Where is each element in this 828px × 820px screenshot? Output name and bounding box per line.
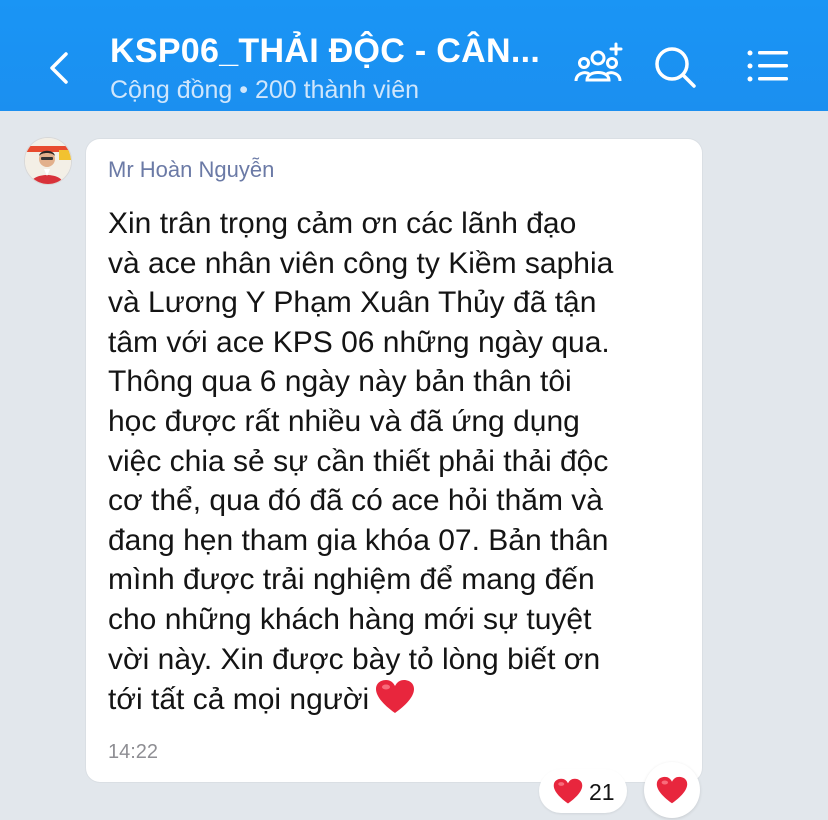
message-line: cơ thể, qua đó đã có ace hỏi thăm và xyxy=(108,484,603,518)
message-line: và Lương Y Phạm Xuân Thủy đã tận xyxy=(108,286,597,320)
heart-icon xyxy=(656,776,688,810)
chevron-left-icon xyxy=(50,52,68,84)
menu-button[interactable] xyxy=(744,46,790,86)
sender-avatar[interactable] xyxy=(24,137,72,185)
message-line: việc chia sẻ sự cần thiết phải thải độc xyxy=(108,444,609,478)
message-bubble[interactable]: Mr Hoàn Nguyễn Xin trân trọng cảm ơn các… xyxy=(86,139,702,782)
message-line: mình được trải nghiệm để mang đến xyxy=(108,563,595,597)
reaction-count: 21 xyxy=(589,779,615,805)
message-line: và ace nhân viên công ty Kiềm saphia xyxy=(108,246,614,280)
avatar xyxy=(25,138,71,184)
heart-emoji-icon xyxy=(375,679,415,726)
chat-title[interactable]: KSP06_THẢI ĐỘC - CÂN... xyxy=(110,32,550,71)
menu-list-icon xyxy=(747,50,788,82)
message-line: Thông qua 6 ngày này bản thân tôi xyxy=(108,365,572,399)
message-line: đang hẹn tham gia khóa 07. Bản thân xyxy=(108,523,609,557)
chat-header: KSP06_THẢI ĐỘC - CÂN... Cộng đồng • 200 … xyxy=(0,0,828,111)
message-line: tâm với ace KPS 06 những ngày qua. xyxy=(108,325,610,359)
message-line: tới tất cả mọi người xyxy=(108,683,370,717)
message-line: Xin trân trọng cảm ơn các lãnh đạo xyxy=(108,207,577,240)
react-heart-button[interactable] xyxy=(644,762,700,818)
message-line: cho những khách hàng mới sự tuyệt xyxy=(108,602,592,636)
reaction-summary[interactable]: 21 xyxy=(539,769,627,813)
add-member-button[interactable] xyxy=(574,40,626,88)
search-button[interactable] xyxy=(652,44,698,90)
heart-icon xyxy=(553,778,583,810)
message-timestamp: 14:22 xyxy=(108,741,159,763)
sender-name[interactable]: Mr Hoàn Nguyễn xyxy=(108,157,274,183)
message-line-last: tới tất cả mọi người xyxy=(108,679,693,726)
message-line: học được rất nhiều và đã ứng dụng xyxy=(108,404,580,438)
message-text: Xin trân trọng cảm ơn các lãnh đạo và ac… xyxy=(108,204,693,726)
add-member-icon xyxy=(574,42,623,82)
back-button[interactable] xyxy=(40,48,76,88)
chat-subtitle: Cộng đồng • 200 thành viên xyxy=(110,76,419,104)
message-line: vời này. Xin được bày tỏ lòng biết ơn xyxy=(108,642,601,676)
search-icon xyxy=(655,47,696,88)
